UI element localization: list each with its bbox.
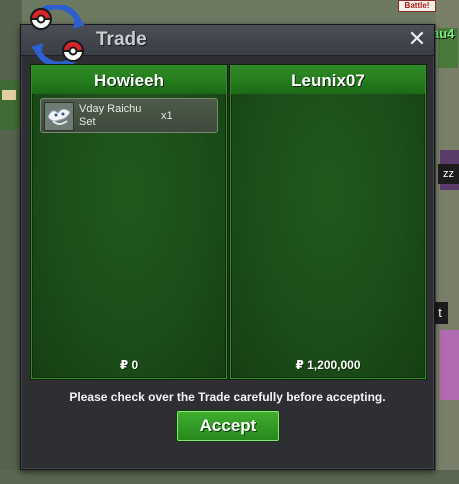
player-sprite-left-face bbox=[2, 90, 16, 100]
battle-status-tag: Battle! bbox=[398, 0, 436, 12]
trade-item-quantity: x1 bbox=[161, 110, 173, 122]
trade-item-name: Vday Raichu Set bbox=[79, 103, 142, 128]
left-trader-panel: Howieeh Vday Raichu Set x1 ₽ 0 bbox=[31, 65, 227, 379]
background-terrain-bottom bbox=[0, 470, 459, 484]
trade-item-slot[interactable]: Vday Raichu Set x1 bbox=[40, 98, 218, 133]
accept-button[interactable]: Accept bbox=[177, 411, 279, 441]
close-button[interactable]: ✕ bbox=[406, 27, 428, 51]
sleep-status-icon: zz bbox=[438, 164, 459, 184]
left-trader-money: ₽ 0 bbox=[119, 358, 139, 372]
left-trader-header: Howieeh bbox=[32, 66, 226, 94]
trade-notice: Please check over the Trade carefully be… bbox=[69, 390, 386, 404]
right-trader-header: Leunix07 bbox=[231, 66, 425, 94]
pokeball-trade-icon bbox=[29, 5, 85, 67]
background-terrain-left bbox=[0, 0, 22, 484]
trade-title: Trade bbox=[96, 29, 147, 50]
trade-window: Trade ✕ Howieeh Vday Raichu Set x1 ₽ 0 L… bbox=[20, 5, 435, 470]
raichu-set-icon bbox=[44, 102, 74, 131]
right-trader-money: ₽ 1,200,000 bbox=[295, 358, 361, 372]
nearby-player-name: au4 bbox=[432, 26, 455, 41]
background-terrain-right bbox=[436, 0, 459, 484]
right-trader-panel: Leunix07 ₽ 1,200,000 bbox=[230, 65, 426, 379]
player-sprite-left[interactable] bbox=[0, 80, 20, 130]
pokemon-sprite-right[interactable] bbox=[440, 330, 459, 400]
right-trader-name: Leunix07 bbox=[291, 71, 365, 90]
left-trader-name: Howieeh bbox=[94, 71, 164, 90]
